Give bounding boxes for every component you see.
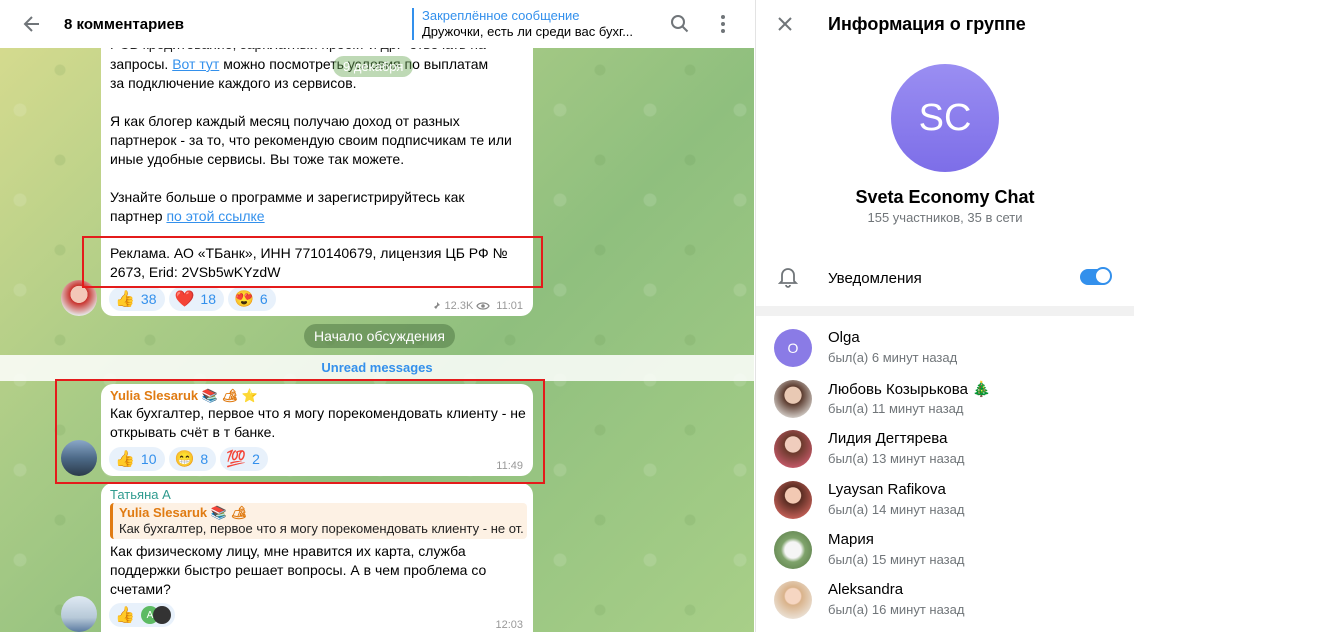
notifications-row[interactable]: Уведомления [756,256,1134,300]
search-button[interactable] [668,12,692,36]
comments-title: 8 комментариев [64,15,185,33]
post-paragraph-2: Я как блогер каждый месяц получаю доход … [110,113,512,167]
message-text: Как физическому лицу, мне нравится их ка… [110,543,487,597]
highlight-box-ad [82,236,543,288]
post-time: 11:01 [496,300,523,312]
member-name: Мария [828,531,874,548]
notifications-label: Уведомления [828,269,922,287]
post-reactions: 👍 38 ❤️ 18 😍 6 [109,287,280,311]
message-time: 12:03 [495,619,523,631]
more-button[interactable] [711,12,735,36]
reply-text: Как бухгалтер, первое что я могу пореком… [119,521,524,536]
post-paragraph-3: Узнайте больше о программе и зарегистрир… [110,189,465,224]
reactor-avatar [152,606,171,624]
close-icon [778,17,792,31]
user-avatar-tatiana[interactable] [61,596,97,632]
search-icon [671,15,689,33]
member-avatar: O [774,329,812,367]
views-count: 12.3K [444,300,474,312]
member-name: Aleksandra [828,581,904,598]
member-row[interactable]: Aleksandra был(а) 16 минут назад [774,577,1124,621]
message-tatiana[interactable]: Татьяна А Yulia Slesaruk 📚 🏕 Как бухгалт… [101,483,533,632]
member-avatar [774,581,812,619]
bell-icon [778,268,798,288]
reaction-thumbs-up[interactable]: 👍 A [109,603,175,627]
reaction-heart-eyes[interactable]: 😍 6 [228,287,276,311]
member-status: был(а) 15 минут назад [828,552,965,567]
group-info-panel: Информация о группе SC Sveta Economy Cha… [755,0,1134,632]
member-row[interactable]: Лидия Дегтярева был(а) 13 минут назад [774,426,1124,470]
member-status: был(а) 11 минут назад [828,401,964,416]
message-author[interactable]: Татьяна А [110,487,171,502]
more-vertical-icon [721,15,725,33]
post-line-3: за подключение каждого из сервисов. [110,75,357,91]
close-button[interactable] [756,0,814,48]
eye-icon [476,302,491,310]
group-avatar[interactable]: SC [891,64,999,172]
notifications-toggle[interactable] [1080,267,1112,285]
pinned-label: Закреплённое сообщение [422,8,580,23]
member-avatar [774,380,812,418]
highlight-box-message [55,379,545,484]
reply-author: Yulia Slesaruk 📚 🏕 [119,505,248,520]
chat-area: 8 комментариев Закреплённое сообщение Др… [0,0,754,632]
reply-quote[interactable]: Yulia Slesaruk 📚 🏕 Как бухгалтер, первое… [110,503,527,539]
reaction-thumbs-up[interactable]: 👍 38 [109,287,165,311]
discussion-start-pill: Начало обсуждения [304,324,455,348]
member-name: Olga [828,329,860,346]
member-name: Любовь Козырькова 🎄 [828,381,991,398]
pin-icon [431,302,440,311]
group-name: Sveta Economy Chat [855,187,1035,207]
member-status: был(а) 16 минут назад [828,602,965,617]
member-row[interactable]: Мария был(а) 15 минут назад [774,527,1124,571]
reaction-heart[interactable]: ❤️ 18 [168,287,224,311]
member-row[interactable]: Любовь Козырькова 🎄 был(а) 11 минут наза… [774,376,1124,420]
section-divider [756,306,1134,316]
member-status: был(а) 13 минут назад [828,451,965,466]
post-meta: 12.3K 11:01 [431,300,523,312]
member-avatar [774,430,812,468]
partner-link[interactable]: по этой ссылке [166,208,264,224]
message-reactions: 👍 A [109,603,179,627]
terms-link[interactable]: Вот тут [172,56,219,72]
member-avatar [774,481,812,519]
back-button[interactable] [0,0,64,48]
group-subtitle: 155 участников, 35 в сети [867,210,1023,225]
panel-title: Информация о группе [828,13,1026,34]
pinned-message[interactable]: Закреплённое сообщение Дружочки, есть ли… [412,8,652,40]
post-line-2: запросы. Вот тут можно посмотреть услови… [110,56,489,72]
panel-header: Информация о группе [756,0,1133,48]
member-row[interactable]: O Olga был(а) 6 минут назад [774,325,1124,369]
chat-header: 8 комментариев Закреплённое сообщение Др… [0,0,754,48]
member-row[interactable]: Lyaysan Rafikova был(а) 14 минут назад [774,477,1124,521]
pinned-text: Дружочки, есть ли среди вас бухг... [422,24,634,39]
member-status: был(а) 14 минут назад [828,502,965,517]
member-name: Lyaysan Rafikova [828,481,946,498]
unread-messages-divider: Unread messages [0,355,754,381]
member-avatar [774,531,812,569]
date-pill: 9 декабря [333,56,414,77]
member-name: Лидия Дегтярева [828,430,948,447]
member-status: был(а) 6 минут назад [828,350,958,365]
arrow-left-icon [23,16,39,32]
